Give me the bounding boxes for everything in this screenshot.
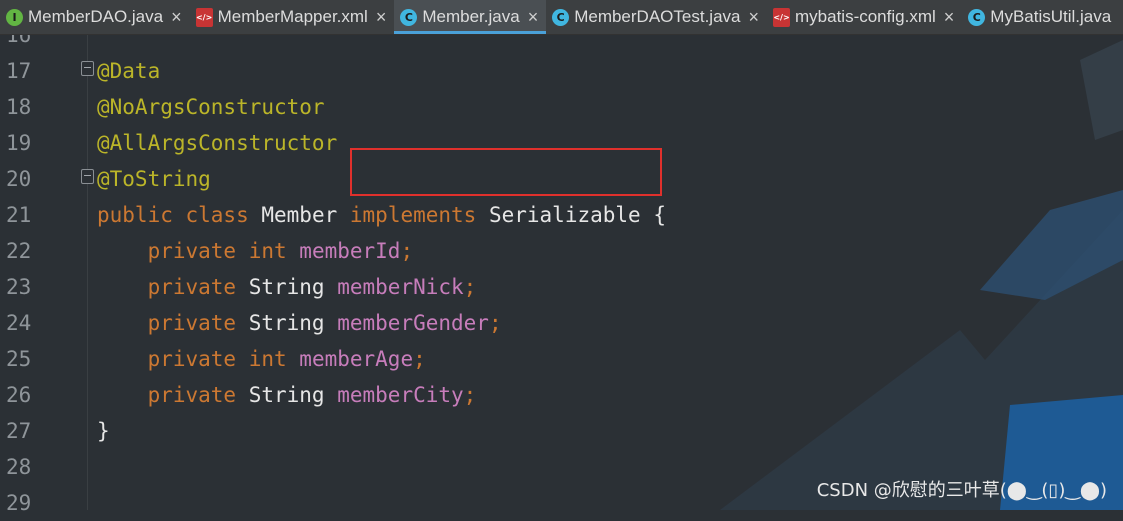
code-token: private bbox=[97, 383, 249, 407]
code-text: private int memberId; bbox=[97, 233, 414, 269]
fold-marker-icon[interactable] bbox=[81, 169, 94, 184]
code-editor[interactable]: 16 17 @Data 18 @NoArgsConstructor 19 @AllArgsC… bbox=[0, 23, 1123, 515]
code-token: String bbox=[248, 311, 338, 335]
code-token: public class bbox=[97, 203, 262, 227]
gutter-separator bbox=[87, 35, 88, 510]
tab-label: MyBatisUtil.java bbox=[990, 7, 1112, 26]
code-token: @AllArgsConstructor bbox=[97, 131, 338, 155]
tab-mybatisutil-java[interactable]: C MyBatisUtil.java bbox=[962, 0, 1119, 34]
watermark: CSDN @欣慰的三叶草(⬤‿(▯)‿⬤) bbox=[816, 480, 1107, 501]
code-token: private int bbox=[97, 239, 300, 263]
code-token: implements bbox=[349, 203, 489, 227]
code-token: Serializable bbox=[488, 203, 654, 227]
line-number: 20 bbox=[6, 167, 32, 191]
line-number: 22 bbox=[6, 239, 32, 263]
code-text: public class Member implements Serializa… bbox=[97, 197, 666, 233]
interface-icon: I bbox=[6, 8, 23, 26]
code-token: memberNick bbox=[337, 275, 464, 299]
xml-file-icon: </> bbox=[195, 7, 213, 27]
code-text: @NoArgsConstructor bbox=[97, 89, 325, 125]
code-token: String bbox=[248, 383, 338, 407]
fold-marker-icon[interactable] bbox=[81, 61, 94, 76]
xml-file-icon: </> bbox=[773, 7, 790, 27]
tab-mybatis-config-xml[interactable]: </> mybatis-config.xml × bbox=[767, 0, 962, 34]
code-text: private String memberNick; bbox=[97, 269, 477, 305]
highlight-box bbox=[350, 148, 662, 196]
line-number: 18 bbox=[6, 95, 32, 119]
code-token: memberGender bbox=[337, 311, 489, 335]
tab-label: MemberDAO.java bbox=[28, 7, 164, 26]
line-number: 23 bbox=[6, 275, 32, 299]
tab-label: Member.java bbox=[422, 7, 520, 26]
close-icon[interactable]: × bbox=[376, 8, 387, 26]
code-token: @ToString bbox=[97, 167, 211, 191]
tab-member-java[interactable]: C Member.java × bbox=[394, 0, 547, 34]
code-token: memberCity bbox=[337, 383, 464, 407]
code-token: ; bbox=[463, 275, 477, 299]
code-token: @NoArgsConstructor bbox=[97, 95, 325, 119]
tab-memberdaotest-java[interactable]: C MemberDAOTest.java × bbox=[546, 0, 767, 34]
code-token: } bbox=[97, 419, 110, 443]
code-token: ; bbox=[400, 239, 414, 263]
code-text: private int memberAge; bbox=[97, 341, 426, 377]
line-number: 28 bbox=[6, 455, 32, 479]
line-number: 29 bbox=[6, 491, 32, 515]
tab-label: MemberDAOTest.java bbox=[574, 7, 741, 26]
close-icon[interactable]: × bbox=[171, 8, 182, 26]
test-class-icon: C bbox=[552, 8, 570, 26]
code-text: private String memberCity; bbox=[97, 377, 477, 413]
code-token: @Data bbox=[97, 59, 161, 83]
code-token: private bbox=[97, 311, 249, 335]
code-text: @AllArgsConstructor bbox=[97, 125, 337, 161]
line-number: 26 bbox=[6, 383, 32, 407]
class-icon: C bbox=[968, 8, 986, 26]
code-text: } bbox=[97, 413, 110, 449]
code-token: memberAge bbox=[299, 347, 414, 371]
editor-tab-bar: I MemberDAO.java × </> MemberMapper.xml × C Mem… bbox=[0, 0, 1123, 35]
class-icon: C bbox=[400, 8, 418, 26]
tab-memberdao-java[interactable]: I MemberDAO.java × bbox=[0, 0, 190, 34]
line-number: 21 bbox=[6, 203, 32, 227]
code-token: ; bbox=[488, 311, 502, 335]
close-icon[interactable]: × bbox=[528, 8, 539, 26]
code-text: @ToString bbox=[97, 161, 211, 197]
code-token: memberId bbox=[299, 239, 401, 263]
line-number: 24 bbox=[6, 311, 32, 335]
code-token: private int bbox=[97, 347, 300, 371]
code-token: ; bbox=[413, 347, 426, 371]
code-token: ; bbox=[463, 383, 477, 407]
code-text: private String memberGender; bbox=[97, 305, 502, 341]
close-icon[interactable]: × bbox=[944, 8, 955, 26]
tab-label: mybatis-config.xml bbox=[795, 7, 936, 26]
tab-label: MemberMapper.xml bbox=[217, 7, 368, 26]
close-icon[interactable]: × bbox=[748, 8, 759, 26]
line-number: 25 bbox=[6, 347, 32, 371]
tab-membermapper-xml[interactable]: </> MemberMapper.xml × bbox=[190, 0, 395, 34]
line-number: 17 bbox=[6, 59, 32, 83]
code-token: { bbox=[653, 203, 666, 227]
code-token: Member bbox=[261, 203, 350, 227]
line-number: 27 bbox=[6, 419, 32, 443]
line-number: 19 bbox=[6, 131, 32, 155]
code-text: @Data bbox=[97, 53, 160, 89]
code-token: private bbox=[97, 275, 249, 299]
code-token: String bbox=[248, 275, 338, 299]
